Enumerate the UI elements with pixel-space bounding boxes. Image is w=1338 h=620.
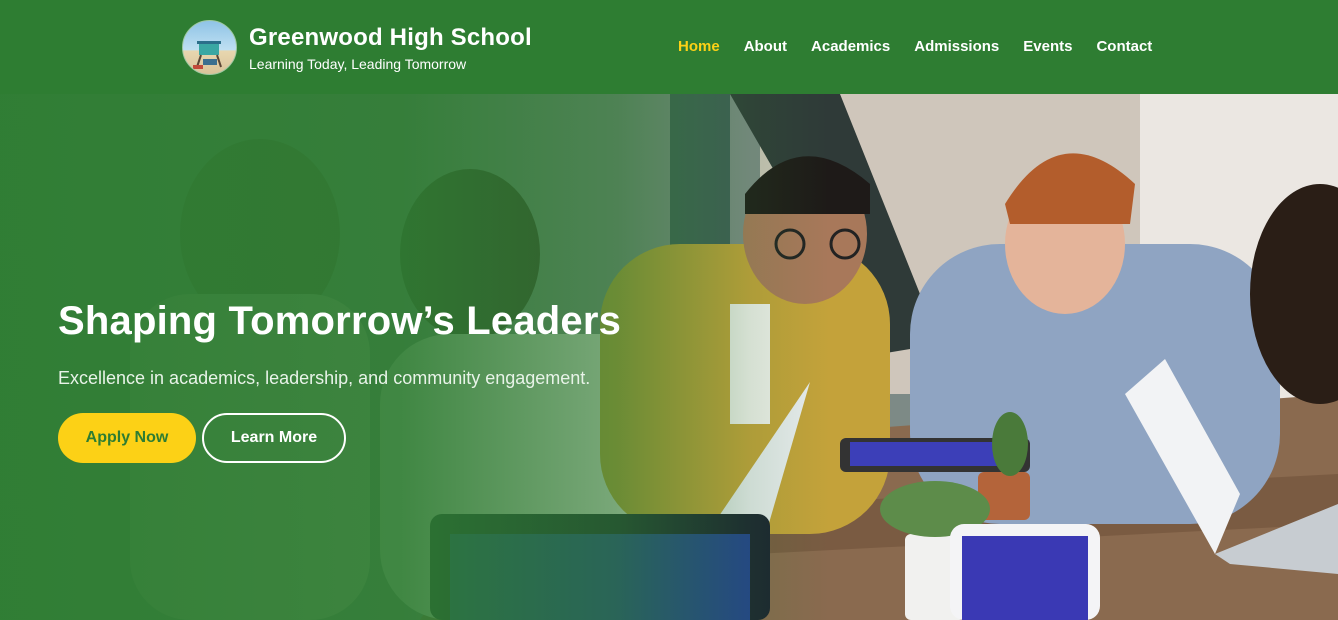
nav-academics[interactable]: Academics — [811, 38, 890, 55]
hero-section: Shaping Tomorrow’s Leaders Excellence in… — [0, 94, 1338, 620]
hero-content: Shaping Tomorrow’s Leaders Excellence in… — [58, 299, 621, 463]
learn-more-button[interactable]: Learn More — [202, 413, 346, 463]
hero-title: Shaping Tomorrow’s Leaders — [58, 299, 622, 343]
school-logo[interactable] — [182, 20, 237, 75]
site-header: Greenwood High School Learning Today, Le… — [0, 0, 1338, 94]
hero-subtitle: Excellence in academics, leadership, and… — [58, 368, 591, 388]
brand[interactable]: Greenwood High School Learning Today, Le… — [182, 20, 532, 75]
school-name[interactable]: Greenwood High School — [249, 24, 532, 52]
school-tagline: Learning Today, Leading Tomorrow — [249, 55, 467, 72]
main-nav: Home About Academics Admissions Events C… — [678, 38, 1152, 55]
nav-events[interactable]: Events — [1023, 38, 1072, 55]
nav-contact[interactable]: Contact — [1096, 38, 1152, 55]
nav-home[interactable]: Home — [678, 38, 720, 55]
nav-about[interactable]: About — [744, 38, 787, 55]
hero-buttons: Apply Now Learn More — [58, 413, 621, 463]
nav-admissions[interactable]: Admissions — [914, 38, 999, 55]
apply-now-button[interactable]: Apply Now — [58, 413, 196, 463]
brand-text: Greenwood High School Learning Today, Le… — [249, 24, 532, 72]
lifeguard-tower-icon — [193, 41, 222, 69]
